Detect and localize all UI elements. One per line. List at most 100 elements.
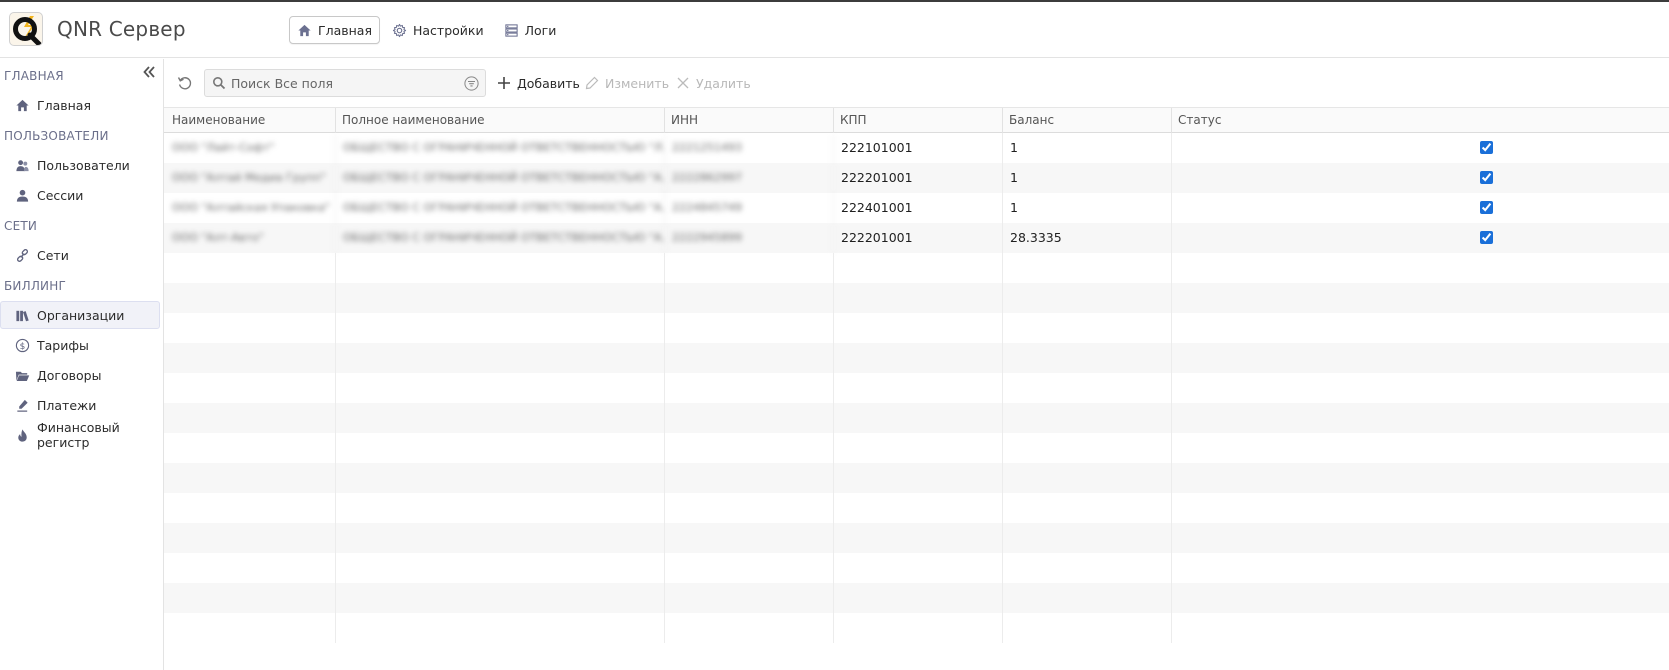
grid-header: Наименование Полное наименование ИНН КПП…: [164, 107, 1669, 133]
empty-cell: [665, 313, 834, 343]
top-nav-home[interactable]: Главная: [289, 16, 380, 44]
edit-button[interactable]: Изменить: [585, 73, 669, 93]
cell-status: [1172, 223, 1669, 253]
sidebar-item-label: Организации: [37, 307, 125, 323]
status-checkbox[interactable]: [1480, 201, 1493, 214]
sidebar-item-label: Платежи: [37, 397, 97, 413]
empty-cell: [834, 613, 1003, 643]
sidebar-collapse-button[interactable]: [140, 63, 158, 81]
empty-cell: [164, 583, 336, 613]
top-nav-settings-label: Настройки: [413, 22, 484, 38]
empty-cell: [834, 373, 1003, 403]
sidebar-item-organizations[interactable]: Организации: [0, 301, 160, 329]
empty-table-row: [164, 613, 1669, 643]
sidebar-item-networks[interactable]: Сети: [0, 241, 160, 269]
table-row[interactable]: ООО "Алт-Авто" ОБЩЕСТВО С ОГРАНИЧЕННОЙ О…: [164, 223, 1669, 253]
status-checkbox[interactable]: [1480, 141, 1493, 154]
sidebar-item-financial-register[interactable]: Финансовый регистр: [0, 420, 160, 450]
empty-cell: [1003, 283, 1172, 313]
empty-cell: [164, 493, 336, 523]
empty-cell: [164, 313, 336, 343]
edit-button-label: Изменить: [605, 75, 670, 91]
add-button[interactable]: Добавить: [497, 73, 580, 93]
cell-inn: 2222862997: [665, 163, 834, 193]
double-chevron-left-icon: [143, 66, 155, 78]
column-header-full-name[interactable]: Полное наименование: [336, 108, 665, 133]
empty-cell: [834, 313, 1003, 343]
cell-full-name: ОБЩЕСТВО С ОГРАНИЧЕННОЙ ОТВЕТСТВЕННОСТЬЮ…: [336, 193, 665, 223]
empty-table-row: [164, 253, 1669, 283]
sidebar: ГЛАВНАЯ Главная ПОЛЬЗОВАТЕЛИ Пользовател…: [0, 59, 164, 670]
sidebar-item-payments[interactable]: Платежи: [0, 391, 160, 419]
empty-rows: [164, 253, 1669, 643]
empty-cell: [1003, 553, 1172, 583]
filter-icon[interactable]: [464, 76, 479, 91]
status-checkbox[interactable]: [1480, 171, 1493, 184]
empty-cell: [834, 463, 1003, 493]
empty-cell: [1003, 493, 1172, 523]
empty-cell: [665, 343, 834, 373]
status-checkbox[interactable]: [1480, 231, 1493, 244]
empty-cell: [164, 253, 336, 283]
empty-table-row: [164, 373, 1669, 403]
empty-cell: [1003, 583, 1172, 613]
empty-table-row: [164, 523, 1669, 553]
column-header-status[interactable]: Статус: [1172, 108, 1669, 133]
column-header-inn[interactable]: ИНН: [665, 108, 834, 133]
column-header-balance[interactable]: Баланс: [1003, 108, 1172, 133]
column-header-name[interactable]: Наименование: [164, 108, 336, 133]
users-icon: [16, 159, 29, 171]
table-row[interactable]: ООО "Алтай Медиа Групп" ОБЩЕСТВО С ОГРАН…: [164, 163, 1669, 193]
empty-cell: [665, 373, 834, 403]
refresh-button[interactable]: [176, 74, 194, 92]
sidebar-section-billing: БИЛЛИНГ: [4, 279, 66, 293]
cell-inn: 2222945899: [665, 223, 834, 253]
sidebar-item-contracts[interactable]: Договоры: [0, 361, 160, 389]
delete-button-label: Удалить: [696, 75, 751, 91]
empty-cell: [834, 523, 1003, 553]
empty-cell: [336, 283, 665, 313]
empty-cell: [164, 433, 336, 463]
top-nav-logs-label: Логи: [524, 22, 557, 38]
pen-icon: [17, 399, 28, 412]
organizations-grid: Наименование Полное наименование ИНН КПП…: [164, 107, 1669, 670]
cell-status: [1172, 193, 1669, 223]
app-header: QNR Сервер Главная Настройки Логи: [0, 2, 1669, 58]
empty-cell: [834, 433, 1003, 463]
delete-button[interactable]: Удалить: [676, 73, 751, 93]
top-navigation: Главная Настройки Логи: [289, 15, 564, 45]
sidebar-item-home[interactable]: Главная: [0, 91, 160, 119]
empty-cell: [164, 343, 336, 373]
empty-cell: [1172, 283, 1669, 313]
sidebar-item-tariffs[interactable]: $ Тарифы: [0, 331, 160, 359]
empty-table-row: [164, 343, 1669, 373]
empty-cell: [336, 553, 665, 583]
sidebar-item-users[interactable]: Пользователи: [0, 151, 160, 179]
empty-cell: [665, 463, 834, 493]
sidebar-item-label: Тарифы: [37, 337, 89, 353]
search-input[interactable]: [231, 72, 459, 94]
search-icon: [213, 77, 226, 90]
column-header-kpp[interactable]: КПП: [834, 108, 1003, 133]
empty-cell: [665, 553, 834, 583]
cell-name: ООО "Алтайская Упаковка": [164, 193, 336, 223]
top-nav-home-label: Главная: [318, 22, 372, 38]
top-nav-logs[interactable]: Логи: [496, 16, 565, 44]
empty-cell: [164, 553, 336, 583]
empty-cell: [164, 283, 336, 313]
sidebar-item-sessions[interactable]: Сессии: [0, 181, 160, 209]
empty-cell: [834, 583, 1003, 613]
link-icon: [16, 248, 29, 262]
empty-table-row: [164, 283, 1669, 313]
empty-cell: [1003, 313, 1172, 343]
top-nav-settings[interactable]: Настройки: [384, 16, 492, 44]
empty-table-row: [164, 403, 1669, 433]
empty-table-row: [164, 463, 1669, 493]
table-row[interactable]: ООО "Лайт-Софт" ОБЩЕСТВО С ОГРАНИЧЕННОЙ …: [164, 133, 1669, 163]
empty-cell: [336, 403, 665, 433]
empty-cell: [665, 493, 834, 523]
close-icon: [677, 77, 689, 89]
empty-table-row: [164, 493, 1669, 523]
table-row[interactable]: ООО "Алтайская Упаковка" ОБЩЕСТВО С ОГРА…: [164, 193, 1669, 223]
empty-cell: [1003, 373, 1172, 403]
